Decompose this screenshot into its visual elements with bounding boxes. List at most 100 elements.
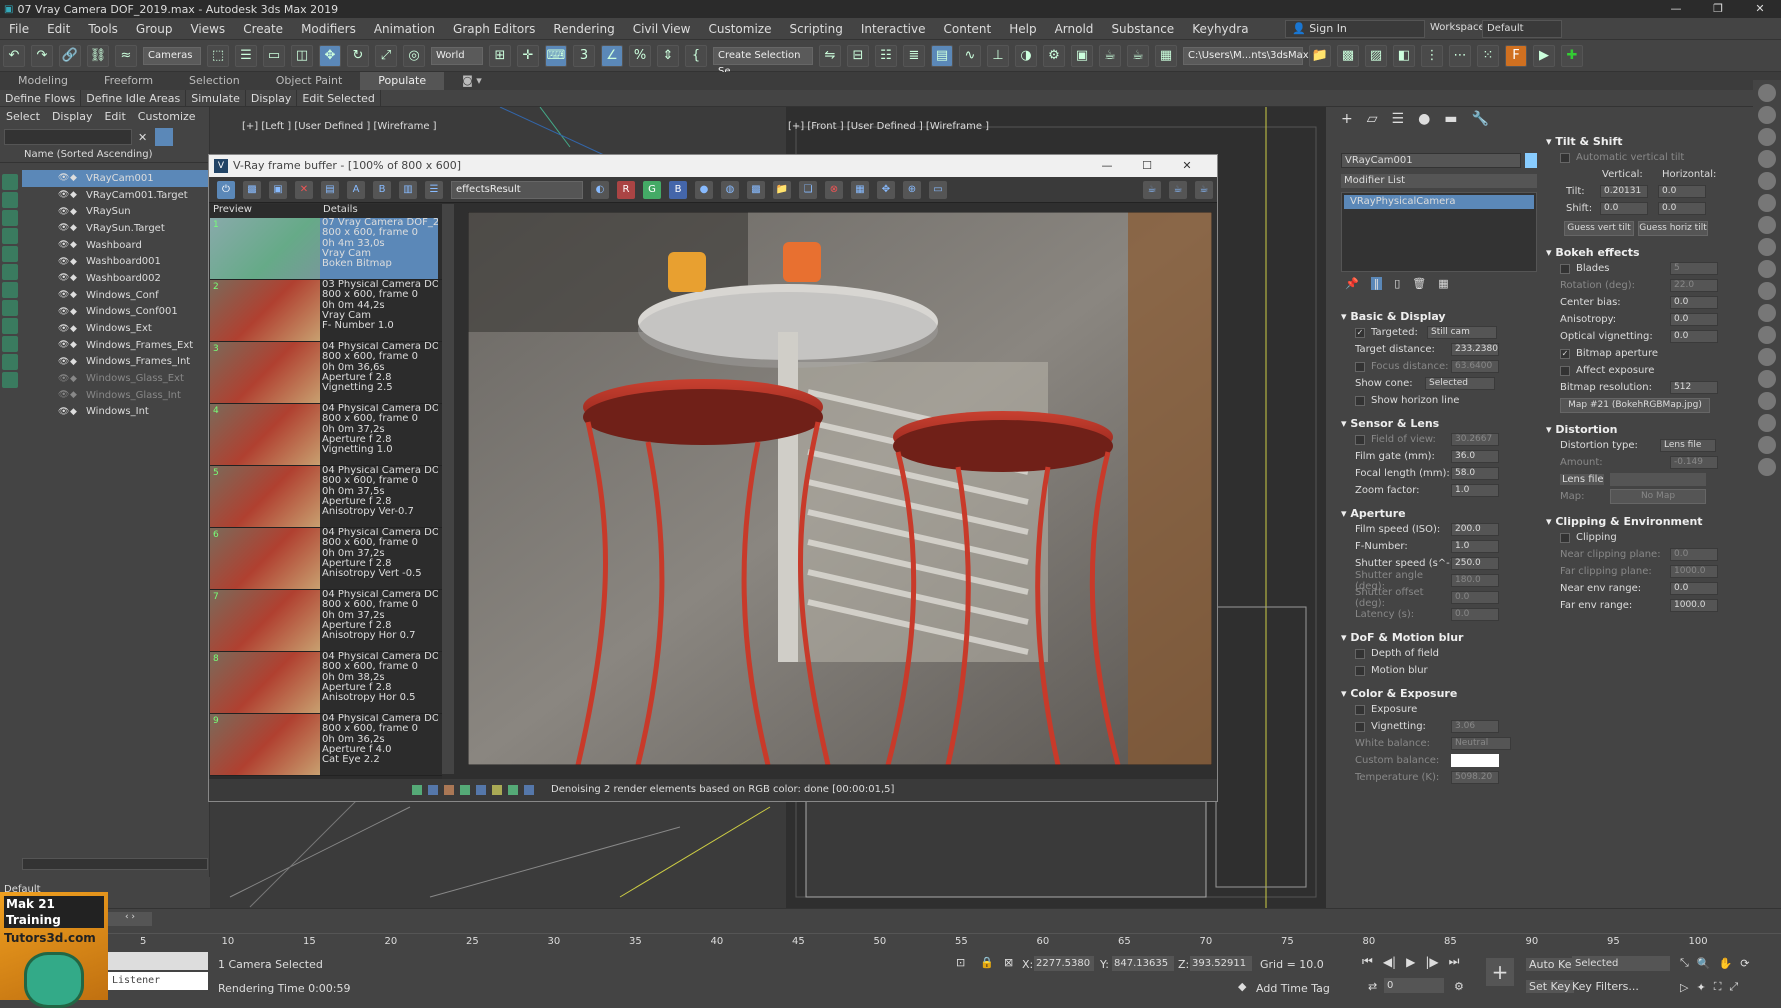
scene-item[interactable]: 👁 ◆ Windows_Glass_Ext — [22, 370, 208, 387]
modifier-stack-item[interactable]: VRayPhysicalCamera — [1344, 195, 1534, 209]
vray-camera-icon[interactable] — [1758, 194, 1776, 212]
populate-display[interactable]: Display — [246, 89, 298, 107]
render-setup-icon[interactable]: ⚙ — [1043, 44, 1065, 67]
render-iterative-icon[interactable]: ☕ — [1127, 44, 1149, 67]
menu-substance[interactable]: Substance — [1102, 18, 1183, 40]
tilt-horizontal-field[interactable]: 0.0 — [1658, 185, 1706, 198]
iso-field[interactable]: 200.0 — [1451, 523, 1499, 536]
f-number-field[interactable]: 1.0 — [1451, 540, 1499, 553]
lens-file-label[interactable]: Lens file — [1560, 474, 1604, 485]
menu-content[interactable]: Content — [935, 18, 1001, 40]
display-geometry-icon[interactable] — [2, 192, 18, 208]
bitmap-resolution-field[interactable]: 512 — [1670, 381, 1718, 394]
curve-editor-icon[interactable]: ∿ — [959, 44, 981, 67]
history-entry[interactable]: 2 03 Physical Camera DOF_2800 x 600, fram… — [210, 280, 442, 342]
explorer-scrollbar[interactable] — [22, 858, 208, 870]
exposure-checkbox[interactable] — [1355, 704, 1365, 715]
x-coord-field[interactable]: 2277.5380 — [1034, 956, 1094, 971]
visibility-eye-icon[interactable]: 👁 — [58, 173, 70, 183]
sensor-lens-rollout[interactable]: ▾ Sensor & Lens — [1341, 415, 1541, 431]
display-containers-icon[interactable] — [2, 354, 18, 370]
selection-filter-dropdown[interactable]: Cameras — [143, 46, 201, 65]
display-helpers-icon[interactable] — [2, 264, 18, 280]
status-tool-icon-3[interactable] — [444, 785, 454, 795]
explorer-menu-customize[interactable]: Customize — [132, 107, 202, 127]
lens-file-field[interactable] — [1610, 473, 1706, 486]
status-tool-icon-2[interactable] — [428, 785, 438, 795]
visibility-eye-icon[interactable]: 👁 — [58, 207, 70, 217]
scene-item[interactable]: 👁 ◆ Windows_Frames_Ext — [22, 337, 208, 354]
render-last-icon[interactable]: ☕ — [1143, 180, 1161, 199]
render-interactive-icon[interactable]: ☕ — [1169, 180, 1187, 199]
set-key-button[interactable]: Set Key — [1526, 980, 1574, 993]
vray-ambient-icon[interactable] — [1758, 172, 1776, 190]
vignetting-field[interactable]: 3.06 — [1451, 720, 1499, 733]
window-crossing-icon[interactable]: ◫ — [291, 44, 313, 67]
distortion-rollout[interactable]: ▾ Distortion — [1546, 421, 1742, 437]
focus-distance-checkbox[interactable] — [1355, 361, 1365, 372]
vfb-minimize-button[interactable]: — — [1087, 155, 1127, 177]
make-unique-icon[interactable]: ▯ — [1394, 277, 1400, 290]
place-icon[interactable]: ◎ — [403, 44, 425, 67]
scene-item[interactable]: 👁 ◆ Washboard — [22, 237, 208, 254]
key-mode-icon[interactable]: ⇄ — [1368, 980, 1377, 993]
menu-rendering[interactable]: Rendering — [544, 18, 623, 40]
display-xrefs-icon[interactable] — [2, 318, 18, 334]
history-thumbnail[interactable]: 8 — [210, 652, 320, 713]
menu-animation[interactable]: Animation — [365, 18, 444, 40]
named-selection-dropdown[interactable]: Create Selection Se — [713, 46, 813, 77]
region-render-icon[interactable]: ▦ — [851, 180, 869, 199]
column-header[interactable]: Name (Sorted Ascending) — [0, 147, 209, 163]
explorer-menu-display[interactable]: Display — [46, 107, 99, 127]
pivot-icon[interactable]: ⊞ — [489, 44, 511, 67]
shift-horizontal-field[interactable]: 0.0 — [1658, 202, 1706, 215]
schematic-view-icon[interactable]: ⊥ — [987, 44, 1009, 67]
history-thumbnail[interactable]: 9 — [210, 714, 320, 775]
color-exposure-rollout[interactable]: ▾ Color & Exposure — [1341, 685, 1541, 701]
scene-explorer-icon[interactable]: ☷ — [875, 44, 897, 67]
vray-material-icon[interactable] — [1758, 348, 1776, 366]
scene-search-input[interactable] — [4, 129, 132, 145]
fov-icon[interactable]: ▷ — [1680, 981, 1688, 994]
ribbon-options-icon[interactable]: ◙ ▾ — [444, 72, 500, 90]
fov-field[interactable]: 30.2667 — [1451, 433, 1499, 446]
affect-exposure-checkbox[interactable] — [1560, 365, 1570, 376]
spinner-snap-icon[interactable]: ⇕ — [657, 44, 679, 67]
focal-length-field[interactable]: 58.0 — [1451, 467, 1499, 480]
timeline[interactable]: ‹ › 5 10 15 20 25 30 35 40 45 50 55 60 65 70 75 80 85 90 9… — [0, 908, 1781, 948]
key-selection-dropdown[interactable]: Selected — [1572, 956, 1670, 971]
vray-plane-icon[interactable] — [1758, 238, 1776, 256]
scene-item[interactable]: 👁 ◆ Windows_Ext — [22, 320, 208, 337]
pin-stack-icon[interactable]: 📌 — [1345, 277, 1359, 290]
display-cameras-icon[interactable] — [2, 246, 18, 262]
snapshot-icon[interactable]: ⁙ — [1477, 44, 1499, 67]
status-tool-icon-6[interactable] — [492, 785, 502, 795]
distortion-map-button[interactable]: No Map — [1610, 489, 1706, 504]
zoom-icon[interactable]: 🔍 — [1697, 957, 1711, 970]
close-button[interactable]: ✕ — [1739, 0, 1781, 18]
vray-clipper-icon[interactable] — [1758, 436, 1776, 454]
ribbon-toggle-icon[interactable]: ▤ — [931, 44, 953, 67]
populate-define-flows[interactable]: Define Flows — [0, 89, 82, 107]
clear-search-icon[interactable]: ✕ — [138, 131, 147, 144]
load-image-icon[interactable]: ▤ — [321, 180, 339, 199]
custom-balance-swatch[interactable] — [1451, 754, 1499, 767]
save-icon[interactable]: ▩ — [1337, 44, 1359, 67]
signin-button[interactable]: 👤 Sign In — [1285, 20, 1425, 38]
history-toggle-icon[interactable]: ⏻ — [217, 180, 235, 199]
shutter-offset-field[interactable]: 0.0 — [1451, 591, 1499, 604]
history-entry[interactable]: 9 04 Physical Camera DOF Ei800 x 600, fra… — [210, 714, 442, 776]
create-tab-icon[interactable]: + — [1341, 111, 1353, 127]
vray-lister-icon[interactable] — [1758, 370, 1776, 388]
visibility-eye-icon[interactable]: 👁 — [58, 307, 70, 317]
history-header-preview[interactable]: Preview — [210, 204, 320, 218]
menu-help[interactable]: Help — [1000, 18, 1045, 40]
rotate-icon[interactable]: ↻ — [347, 44, 369, 67]
status-tool-icon-8[interactable] — [524, 785, 534, 795]
clear-image-icon[interactable]: ✕ — [295, 180, 313, 199]
render-image[interactable] — [468, 212, 1212, 765]
menu-file[interactable]: File — [0, 18, 38, 40]
display-correction-icon[interactable]: ▭ — [929, 180, 947, 199]
mirror-icon[interactable]: ⇋ — [819, 44, 841, 67]
save-all-icon[interactable]: ▣ — [269, 180, 287, 199]
